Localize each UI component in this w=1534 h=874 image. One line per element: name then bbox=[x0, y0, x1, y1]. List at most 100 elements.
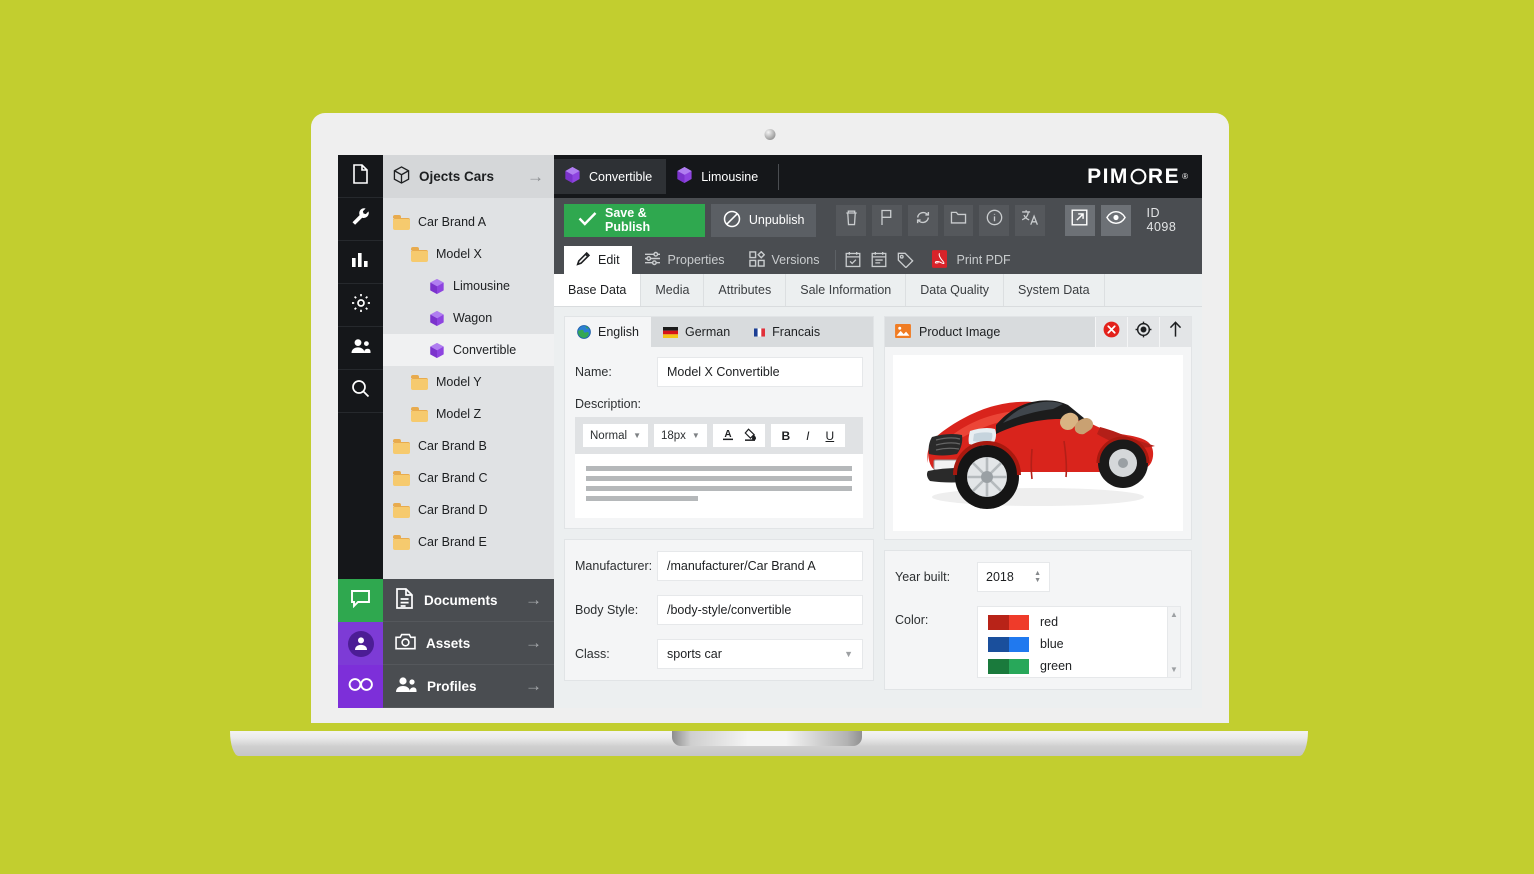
year-stepper[interactable]: ▲ ▼ bbox=[1034, 570, 1041, 584]
tag-button[interactable] bbox=[892, 250, 918, 274]
rte-placeholder-line bbox=[586, 466, 852, 471]
lang-tab-german[interactable]: German bbox=[651, 317, 742, 347]
scroll-down-icon[interactable]: ▼ bbox=[1170, 665, 1178, 674]
tree-header[interactable]: Ojects Cars → bbox=[383, 155, 554, 198]
year-built-input[interactable]: 2018 ▲ ▼ bbox=[977, 562, 1050, 592]
rail-item-reports[interactable] bbox=[338, 241, 383, 284]
document-tab-limousine[interactable]: Limousine bbox=[666, 159, 772, 194]
laptop-hinge-notch bbox=[672, 731, 862, 746]
class-select[interactable]: sports car ▼ bbox=[657, 639, 863, 669]
tree-item-wagon[interactable]: Wagon bbox=[383, 302, 554, 334]
rte-content-area[interactable] bbox=[575, 454, 863, 518]
tree-item-car-brand-d[interactable]: Car Brand D bbox=[383, 494, 554, 526]
tree-item-car-brand-b[interactable]: Car Brand B bbox=[383, 430, 554, 462]
schedule-check-button[interactable] bbox=[840, 250, 866, 274]
rail-item-users[interactable] bbox=[338, 327, 383, 370]
color-scrollbar[interactable]: ▲ ▼ bbox=[1167, 607, 1180, 677]
notes-button[interactable] bbox=[866, 250, 892, 274]
tree-item-convertible[interactable]: Convertible bbox=[383, 334, 554, 366]
nav-item-profiles[interactable]: Profiles → bbox=[383, 665, 554, 708]
lang-tab-english[interactable]: English bbox=[565, 317, 651, 347]
content-tab-media[interactable]: Media bbox=[641, 274, 705, 306]
tab-versions[interactable]: Versions bbox=[737, 246, 832, 274]
underline-button[interactable]: U bbox=[819, 424, 841, 447]
content-tab-system-data[interactable]: System Data bbox=[1004, 274, 1105, 306]
color-option-blue[interactable]: blue bbox=[988, 633, 1167, 655]
folder-button[interactable] bbox=[943, 204, 974, 236]
rail-item-tools[interactable] bbox=[338, 198, 383, 241]
unpublish-button[interactable]: Unpublish bbox=[710, 203, 817, 237]
rail-item-document[interactable] bbox=[338, 155, 383, 198]
chevron-down-icon: ▼ bbox=[691, 431, 700, 440]
reload-button[interactable] bbox=[907, 204, 938, 236]
color-multiselect[interactable]: red blue green ▲ ▼ bbox=[977, 606, 1181, 678]
tree-item-car-brand-c[interactable]: Car Brand C bbox=[383, 462, 554, 494]
lang-tab-francais[interactable]: Francais bbox=[742, 317, 832, 347]
bold-button[interactable]: B bbox=[775, 424, 797, 447]
arrow-right-icon[interactable]: → bbox=[525, 633, 542, 653]
tree-item-model-y[interactable]: Model Y bbox=[383, 366, 554, 398]
stepper-up-icon[interactable]: ▲ bbox=[1034, 570, 1041, 577]
highlight-color-button[interactable] bbox=[739, 424, 761, 447]
tree-item-label: Wagon bbox=[453, 311, 493, 325]
content-tab-base-data[interactable]: Base Data bbox=[554, 274, 642, 306]
document-icon bbox=[395, 588, 414, 612]
subtab-separator bbox=[835, 250, 837, 270]
color-option-green[interactable]: green bbox=[988, 655, 1167, 677]
rail-item-search[interactable] bbox=[338, 370, 383, 413]
flag-button[interactable] bbox=[872, 204, 902, 236]
pimcore-logo: PIM RE ® bbox=[1087, 165, 1188, 189]
nav-item-documents[interactable]: Documents → bbox=[383, 579, 554, 622]
folder-icon bbox=[393, 503, 410, 518]
rte-style-select[interactable]: Normal ▼ bbox=[583, 424, 648, 447]
content-tab-data-quality[interactable]: Data Quality bbox=[906, 274, 1005, 306]
tree-item-car-brand-e[interactable]: Car Brand E bbox=[383, 526, 554, 558]
font-color-button[interactable]: A bbox=[717, 424, 739, 447]
print-pdf-button[interactable]: Print PDF bbox=[918, 246, 1022, 274]
rail-item-chat[interactable] bbox=[338, 579, 383, 622]
scroll-up-icon[interactable]: ▲ bbox=[1170, 610, 1178, 619]
body-style-input[interactable]: /body-style/convertible bbox=[657, 595, 863, 625]
relations-card: Manufacturer: /manufacturer/Car Brand A … bbox=[564, 539, 874, 681]
tab-edit[interactable]: Edit bbox=[564, 246, 632, 274]
flag-icon bbox=[879, 209, 894, 231]
product-image-title: Product Image bbox=[885, 323, 1095, 341]
tree-item-limousine[interactable]: Limousine bbox=[383, 270, 554, 302]
arrow-right-icon[interactable]: → bbox=[527, 167, 544, 187]
translate-button[interactable] bbox=[1015, 204, 1046, 236]
content-tab-attributes[interactable]: Attributes bbox=[704, 274, 787, 306]
open-external-button[interactable] bbox=[1064, 204, 1095, 236]
name-input[interactable]: Model X Convertible bbox=[657, 357, 863, 387]
product-image-stage bbox=[893, 355, 1183, 531]
tab-properties[interactable]: Properties bbox=[632, 246, 737, 274]
document-tab-convertible[interactable]: Convertible bbox=[554, 159, 667, 194]
rail-item-profile[interactable] bbox=[338, 622, 383, 665]
person-badge-icon bbox=[347, 630, 374, 657]
upload-button[interactable] bbox=[1159, 317, 1191, 347]
arrow-right-icon[interactable]: → bbox=[525, 676, 542, 696]
content-tab-sale-information[interactable]: Sale Information bbox=[786, 274, 907, 306]
stepper-down-icon[interactable]: ▼ bbox=[1034, 577, 1041, 584]
nav-item-assets[interactable]: Assets → bbox=[383, 622, 554, 665]
italic-button[interactable]: I bbox=[797, 424, 819, 447]
field-description-label: Description: bbox=[575, 397, 641, 411]
target-button[interactable] bbox=[1127, 317, 1159, 347]
save-and-publish-button[interactable]: Save & Publish bbox=[564, 203, 705, 237]
tree-item-car-brand-a[interactable]: Car Brand A bbox=[383, 206, 554, 238]
delete-button[interactable] bbox=[836, 204, 866, 236]
tag-icon bbox=[897, 252, 914, 273]
color-option-red[interactable]: red bbox=[988, 611, 1167, 633]
preview-button[interactable] bbox=[1100, 204, 1131, 236]
info-button[interactable] bbox=[979, 204, 1010, 236]
field-name-label: Name: bbox=[575, 365, 612, 379]
rail-item-infinity[interactable] bbox=[338, 665, 383, 708]
tree-item-model-x[interactable]: Model X bbox=[383, 238, 554, 270]
rte-size-select[interactable]: 18px ▼ bbox=[653, 424, 707, 447]
remove-image-button[interactable] bbox=[1095, 317, 1127, 347]
manufacturer-input[interactable]: /manufacturer/Car Brand A bbox=[657, 551, 863, 581]
rail-item-settings[interactable] bbox=[338, 284, 383, 327]
arrow-right-icon[interactable]: → bbox=[525, 590, 542, 610]
print-pdf-label: Print PDF bbox=[956, 253, 1011, 267]
tree-item-model-z[interactable]: Model Z bbox=[383, 398, 554, 430]
lang-tab-label: German bbox=[685, 325, 731, 339]
